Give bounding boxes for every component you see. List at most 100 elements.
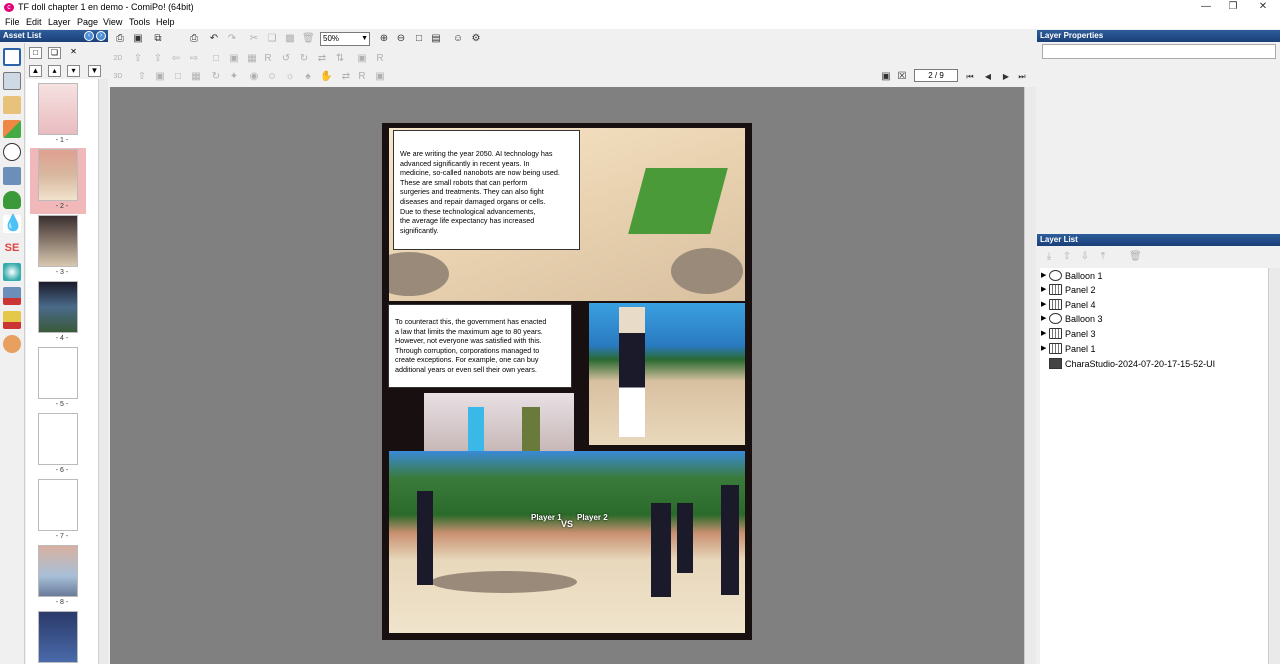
- 2d-reset-icon[interactable]: R: [262, 53, 274, 65]
- asset-delete-icon[interactable]: ✕: [67, 47, 80, 59]
- prev-page-icon[interactable]: ◀: [982, 71, 994, 83]
- 2d-reset-r-icon[interactable]: R: [374, 53, 386, 65]
- asset-forward-icon[interactable]: ›: [96, 31, 106, 41]
- page-indicator[interactable]: 2 / 9: [914, 69, 958, 82]
- user-background-category-icon[interactable]: [3, 287, 21, 305]
- sound-effect-category-icon[interactable]: SE: [3, 239, 21, 257]
- menu-edit[interactable]: Edit: [26, 17, 42, 27]
- paste-icon[interactable]: ▩: [284, 33, 296, 45]
- 2d-rotate-left-icon[interactable]: ↺: [280, 53, 292, 65]
- 3d-reset-r-icon[interactable]: R: [356, 71, 368, 83]
- redo-icon[interactable]: ↷: [226, 33, 238, 45]
- minimize-button[interactable]: —: [1195, 1, 1217, 13]
- menu-layer[interactable]: Layer: [48, 17, 71, 27]
- fit-width-icon[interactable]: ▤: [430, 33, 442, 45]
- 2d-lock-icon[interactable]: ▣: [356, 53, 368, 65]
- balloon-3[interactable]: To counteract this, the government has e…: [388, 304, 572, 388]
- page-thumbnail[interactable]: [38, 149, 78, 201]
- expand-arrow-icon[interactable]: ▶: [1041, 298, 1046, 312]
- 2d-scale-icon[interactable]: □: [210, 53, 222, 65]
- 3d-orbit-icon[interactable]: ✦: [228, 71, 240, 83]
- undo-icon[interactable]: ↶: [208, 33, 220, 45]
- zoom-select[interactable]: 50% ▼: [320, 32, 370, 46]
- move-down-icon[interactable]: ▾: [67, 65, 80, 77]
- 3d-lock-icon[interactable]: ▣: [374, 71, 386, 83]
- 2d-move-right-icon[interactable]: ⇨: [188, 53, 200, 65]
- layer-item-balloon-1[interactable]: ▶ Balloon 1: [1040, 269, 1266, 283]
- menu-tools[interactable]: Tools: [129, 17, 150, 27]
- layer-item-balloon-3[interactable]: ▶ Balloon 3: [1040, 312, 1266, 326]
- export-icon[interactable]: ⧉: [152, 33, 164, 45]
- print-icon[interactable]: ⎙: [114, 33, 126, 45]
- canvas-scrollbar[interactable]: [1024, 87, 1036, 664]
- pattern-category-icon[interactable]: [3, 263, 21, 281]
- page-thumbnail[interactable]: [38, 479, 78, 531]
- move-bottom-icon[interactable]: ▼: [88, 65, 101, 77]
- maximize-button[interactable]: ❐: [1222, 1, 1244, 13]
- settings-icon[interactable]: ⚙: [470, 33, 482, 45]
- last-page-icon[interactable]: ⏭: [1016, 71, 1028, 83]
- expand-arrow-icon[interactable]: ▶: [1041, 342, 1046, 356]
- page-thumbnail[interactable]: [38, 545, 78, 597]
- expand-arrow-icon[interactable]: ▶: [1041, 269, 1046, 283]
- 2d-rotate-right-icon[interactable]: ↻: [298, 53, 310, 65]
- tree-category-icon[interactable]: [3, 191, 21, 209]
- expand-arrow-icon[interactable]: ▶: [1041, 283, 1046, 297]
- balloon-1[interactable]: We are writing the year 2050. AI technol…: [393, 130, 580, 250]
- 3d-move-icon[interactable]: ⇧: [136, 71, 148, 83]
- menu-view[interactable]: View: [103, 17, 122, 27]
- delete-page-icon[interactable]: ☒: [896, 71, 908, 83]
- layer-item-charastudio[interactable]: CharaStudio-2024-07-20-17-15-52-UI: [1040, 357, 1266, 371]
- asset-back-icon[interactable]: ‹: [84, 31, 94, 41]
- 3d-reset-icon[interactable]: ↻: [210, 71, 222, 83]
- fit-page-icon[interactable]: □: [413, 33, 425, 45]
- 3d-face-icon[interactable]: ☺: [266, 71, 278, 83]
- zoom-out-icon[interactable]: ⊖: [395, 33, 407, 45]
- page-thumbnail[interactable]: [38, 83, 78, 135]
- close-button[interactable]: ✕: [1252, 1, 1274, 13]
- asset-view-icon[interactable]: □: [29, 47, 42, 59]
- layer-down-icon[interactable]: ⇩: [1079, 251, 1091, 263]
- 2d-center-icon[interactable]: ▦: [246, 53, 258, 65]
- delete-icon[interactable]: 🗑: [302, 33, 315, 45]
- item-category-icon[interactable]: [3, 120, 21, 138]
- page-thumbnail[interactable]: [38, 413, 78, 465]
- balloon-category-icon[interactable]: [3, 143, 21, 161]
- layer-bottom-icon[interactable]: ⤒: [1097, 251, 1109, 263]
- layer-item-panel-3[interactable]: ▶ Panel 3: [1040, 327, 1266, 341]
- first-page-icon[interactable]: ⏮: [964, 71, 976, 83]
- menu-help[interactable]: Help: [156, 17, 175, 27]
- layout-category-icon[interactable]: [3, 48, 21, 66]
- panel-2[interactable]: [589, 303, 745, 445]
- layer-item-panel-2[interactable]: ▶ Panel 2: [1040, 283, 1266, 297]
- pose-icon[interactable]: ☺: [452, 33, 464, 45]
- layer-item-panel-1[interactable]: ▶ Panel 1: [1040, 342, 1266, 356]
- 3d-scale-icon[interactable]: □: [172, 71, 184, 83]
- printer-icon[interactable]: ⎙: [188, 33, 200, 45]
- expand-arrow-icon[interactable]: ▶: [1041, 312, 1046, 326]
- page-thumbnail[interactable]: [38, 281, 78, 333]
- menu-file[interactable]: File: [5, 17, 20, 27]
- panel-4[interactable]: Player 1 VS Player 2: [389, 451, 745, 633]
- layer-properties-field[interactable]: [1042, 44, 1276, 59]
- 3d-view-icon[interactable]: ▦: [190, 71, 202, 83]
- 2d-flip-v-icon[interactable]: ⇅: [334, 53, 346, 65]
- expand-arrow-icon[interactable]: ▶: [1041, 327, 1046, 341]
- 3d-flip-icon[interactable]: ⇄: [340, 71, 352, 83]
- cut-icon[interactable]: ✂: [248, 33, 260, 45]
- next-page-icon[interactable]: ▶: [1000, 71, 1012, 83]
- layer-top-icon[interactable]: ⤓: [1043, 251, 1055, 263]
- 2d-flip-icon[interactable]: ⇄: [316, 53, 328, 65]
- page-thumbnail[interactable]: [38, 611, 78, 663]
- water-drop-category-icon[interactable]: 💧: [3, 215, 23, 233]
- layer-list-scrollbar[interactable]: [1268, 268, 1280, 664]
- move-top-icon[interactable]: ▲: [29, 65, 42, 77]
- menu-page[interactable]: Page: [77, 17, 98, 27]
- character-category-icon[interactable]: [3, 96, 21, 114]
- 2d-fit-icon[interactable]: ▣: [228, 53, 240, 65]
- comic-page[interactable]: Player 1 VS Player 2 We are writing the …: [382, 123, 752, 640]
- 2d-rotate-icon[interactable]: ⇧: [132, 53, 144, 65]
- thumbnail-scrollbar[interactable]: [98, 79, 108, 664]
- layer-item-panel-4[interactable]: ▶ Panel 4: [1040, 298, 1266, 312]
- effect-category-icon[interactable]: [3, 167, 21, 185]
